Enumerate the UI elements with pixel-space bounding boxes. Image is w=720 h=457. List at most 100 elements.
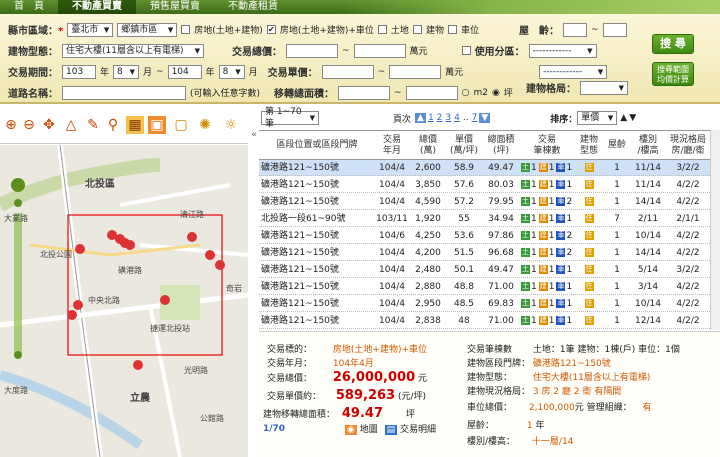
use-zone-select[interactable]: ------------ ▼ xyxy=(528,43,597,58)
page-next-icon[interactable]: ▼ xyxy=(479,113,491,123)
area-to[interactable] xyxy=(405,85,458,100)
house-icon: 住 xyxy=(584,299,594,308)
collapse-map-button[interactable]: « xyxy=(249,130,259,146)
circle-search-icon[interactable]: ⚲ xyxy=(104,116,122,134)
zoom-out-icon[interactable]: ⊖ xyxy=(20,116,38,134)
layer-icon[interactable]: ▣ xyxy=(148,116,166,134)
district-select[interactable]: 鄉鎮市區 ▼ xyxy=(117,22,178,37)
table-row[interactable]: 礦港路121~150號 104/4 2,480 50.1 49.47 1 5/14 3/2/2… xyxy=(259,262,710,278)
frame-icon[interactable]: ▢ xyxy=(172,116,190,134)
measure-icon[interactable]: ✎ xyxy=(84,116,102,134)
table-row[interactable]: 礦港路121~150號 104/4 4,590 57.2 79.95 1 14/14 4/2/… xyxy=(259,194,710,210)
cell-layout: 2/1/1 xyxy=(676,214,700,224)
th-total[interactable]: 總價 (萬) xyxy=(411,135,445,157)
detail-type: 建物型態： 住宅大樓(11層含以上有電梯) xyxy=(467,373,651,383)
cell-count: 土1建1車2 xyxy=(521,245,573,261)
polygon-icon[interactable]: △ xyxy=(62,116,80,134)
page-link-4[interactable]: 4 xyxy=(454,113,460,123)
table-row[interactable]: 礦港路121~150號 104/6 4,250 53.6 97.86 1 10/14 4/2/… xyxy=(259,228,710,244)
layout-select[interactable]: ▼ xyxy=(580,80,628,95)
year-to-input[interactable]: 104 xyxy=(167,64,202,79)
table-row[interactable]: 礦港路121~150號 104/4 2,880 48.8 71.00 1 3/14 4/2/2… xyxy=(259,279,710,295)
settings-icon[interactable]: ✺ xyxy=(196,116,214,134)
page-link-1[interactable]: 1 xyxy=(428,113,434,123)
tab-home[interactable]: 首 頁 xyxy=(0,0,58,14)
range-select[interactable]: 第 1~70 筆 ▼ xyxy=(261,107,319,129)
page-link-2[interactable]: 2 xyxy=(437,113,443,123)
total-price-label: 交易總價： xyxy=(232,47,282,58)
table-scrollbar[interactable] xyxy=(710,130,720,330)
zoom-in-icon[interactable]: ⊕ xyxy=(2,116,20,134)
count-bld: 1 xyxy=(548,248,555,258)
land-checkbox[interactable] xyxy=(377,25,387,34)
road-row: 道路名稱： (可輸入任意字數) 移轉總面積： ~ ○ m2 ◉ 坪 xyxy=(8,85,513,100)
map-view[interactable]: 北投區 大業路 磺港路 捷運北投站 中央北路 北投公園 立農 光明路 大度路 奇… xyxy=(0,145,248,457)
land-building-checkbox[interactable] xyxy=(181,25,191,34)
grid-icon[interactable]: ▦ xyxy=(126,116,144,134)
building-type-select[interactable]: 住宅大樓(11層含以上有電梯) ▼ xyxy=(62,43,204,58)
total-price-to[interactable] xyxy=(353,43,406,58)
unit-price-to[interactable] xyxy=(389,64,442,79)
count-land: 1 xyxy=(531,231,537,241)
total-price-from[interactable] xyxy=(286,43,338,58)
cell-unit: 57.2 xyxy=(453,197,475,207)
page-prev-icon[interactable]: ▲ xyxy=(415,113,426,123)
use-zone-subselect[interactable]: ------------ ▼ xyxy=(539,64,608,79)
results-panel: 第 1~70 筆 ▼ 頁次 ▲ 1 2 3 4 .. 7 ▼ 排序： 單價 ▼ ▲ … xyxy=(259,106,720,457)
month-from-select[interactable]: 8 ▼ xyxy=(113,64,140,79)
building-checkbox[interactable] xyxy=(412,25,422,34)
table-row[interactable]: 礦港路121~150號 104/4 2,950 48.5 69.83 1 10/14 4/2/… xyxy=(259,296,710,312)
pan-icon[interactable]: ✥ xyxy=(40,116,58,134)
cell-floor: 12/14 xyxy=(635,316,661,326)
th-address[interactable]: 區段位置或區段門牌 xyxy=(261,140,373,151)
building-label: 建物 xyxy=(425,26,444,36)
sort-select[interactable]: 單價 ▼ xyxy=(577,111,618,125)
tab-presale[interactable]: 預售屋買賣 xyxy=(136,0,214,14)
year-from-input[interactable]: 103 xyxy=(62,64,96,79)
land-building-car-checkbox[interactable]: ✔ xyxy=(266,25,276,34)
tab-rental[interactable]: 不動產租賃 xyxy=(214,0,292,14)
cell-area: 71.00 xyxy=(488,282,514,292)
th-age[interactable]: 屋齡 xyxy=(605,140,629,151)
car-checkbox[interactable] xyxy=(447,25,457,34)
unit-m2-radio[interactable]: ○ xyxy=(462,88,470,98)
road-input[interactable] xyxy=(62,85,186,100)
table-row[interactable]: 北投路一段61~90號 103/11 1,920 55 34.94 7 2/11 2/1/1 土… xyxy=(259,211,710,227)
th-date[interactable]: 交易 年月 xyxy=(375,135,409,157)
table-row[interactable]: 礦港路121~150號 104/4 2,838 48 71.00 1 12/14 4/2/2 土… xyxy=(259,313,710,329)
tab-realestate-sale[interactable]: 不動產買賣 xyxy=(58,0,136,14)
page-link-last[interactable]: 7 xyxy=(472,113,478,123)
sort-asc-icon[interactable]: ▲ xyxy=(620,113,627,123)
age-from-input[interactable] xyxy=(562,22,587,37)
unit-ping-radio[interactable]: ◉ xyxy=(492,88,500,98)
unit-price-from[interactable] xyxy=(321,64,374,79)
table-row[interactable]: 礦港路121~150號 104/4 3,850 57.6 80.03 1 11/14 4/2/… xyxy=(259,177,710,193)
map-link[interactable]: 地圖 xyxy=(360,425,378,435)
table-row[interactable]: 礦港路121~150號 104/4 2,600 58.9 49.47 1 11/14 3/2/… xyxy=(259,160,710,176)
badge-land: 土 xyxy=(521,163,530,172)
age-to-input[interactable] xyxy=(602,22,627,37)
sort-desc-icon[interactable]: ▼ xyxy=(629,113,636,123)
cell-unit: 51.5 xyxy=(453,248,475,258)
cell-date: 104/4 xyxy=(379,265,405,275)
cell-age: 1 xyxy=(614,316,620,326)
area-from[interactable] xyxy=(338,85,391,100)
detail-link[interactable]: 交易明細 xyxy=(400,425,436,435)
table-row[interactable]: 礦港路121~150號 104/4 4,200 51.5 96.68 1 14/14 4/2/… xyxy=(259,245,710,261)
badge-land: 土 xyxy=(521,282,530,291)
avg-price-button[interactable]: 搜尋範圍 均價計算 xyxy=(652,62,694,86)
page-link-3[interactable]: 3 xyxy=(445,113,451,123)
cell-total: 2,600 xyxy=(415,163,441,173)
search-button[interactable]: 搜 尋 xyxy=(652,34,694,54)
th-unit[interactable]: 單價 (萬/坪) xyxy=(447,135,481,157)
cell-date: 104/4 xyxy=(379,197,405,207)
city-select[interactable]: 臺北市 ▼ xyxy=(67,22,114,37)
th-area[interactable]: 總面積 (坪) xyxy=(483,135,519,157)
layout-row: 建物格局： ▼ xyxy=(526,80,628,95)
sun-icon[interactable]: ☼ xyxy=(222,116,240,134)
badge-car: 車 xyxy=(556,163,566,172)
month-to-select[interactable]: 8 ▼ xyxy=(218,64,245,79)
use-zone-checkbox[interactable] xyxy=(461,46,471,55)
badge-bld: 建 xyxy=(538,316,548,325)
detail-addr: 建物區段門牌： 礦港路121~150號 xyxy=(467,359,611,369)
